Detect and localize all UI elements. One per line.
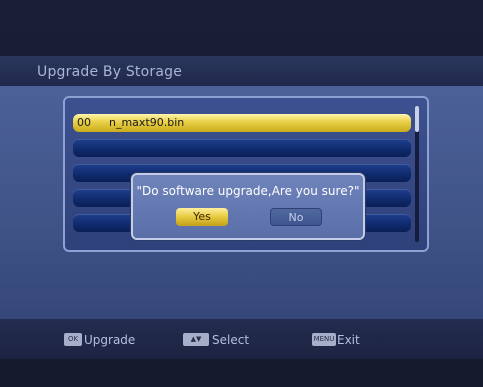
tv-screen: Upgrade By Storage 00 n_maxt90.bin "Do s… (0, 0, 483, 387)
title-bar: Upgrade By Storage (0, 56, 483, 86)
page-title: Upgrade By Storage (37, 64, 183, 80)
ok-key-icon: OK (64, 333, 82, 346)
menu-key-icon: MENU (312, 333, 336, 346)
file-index: 00 (77, 116, 91, 129)
up-down-key-icon: ▲▼ (183, 333, 209, 346)
upgrade-hint: Upgrade (84, 333, 136, 347)
exit-hint: Exit (337, 333, 360, 347)
file-row[interactable]: 00 n_maxt90.bin (73, 114, 411, 132)
no-button[interactable]: No (270, 208, 322, 226)
yes-button[interactable]: Yes (176, 208, 228, 226)
scrollbar[interactable] (415, 106, 419, 242)
dialog-message: "Do software upgrade,Are you sure?" (136, 184, 360, 198)
scrollbar-thumb[interactable] (415, 106, 419, 132)
select-hint: Select (212, 333, 250, 347)
file-name: n_maxt90.bin (109, 116, 185, 129)
confirm-dialog: "Do software upgrade,Are you sure?" Yes … (131, 173, 365, 240)
file-row[interactable] (73, 139, 411, 157)
help-bar: OK Upgrade ▲▼ Select MENU Exit (0, 319, 483, 359)
bottom-strip (0, 359, 483, 387)
